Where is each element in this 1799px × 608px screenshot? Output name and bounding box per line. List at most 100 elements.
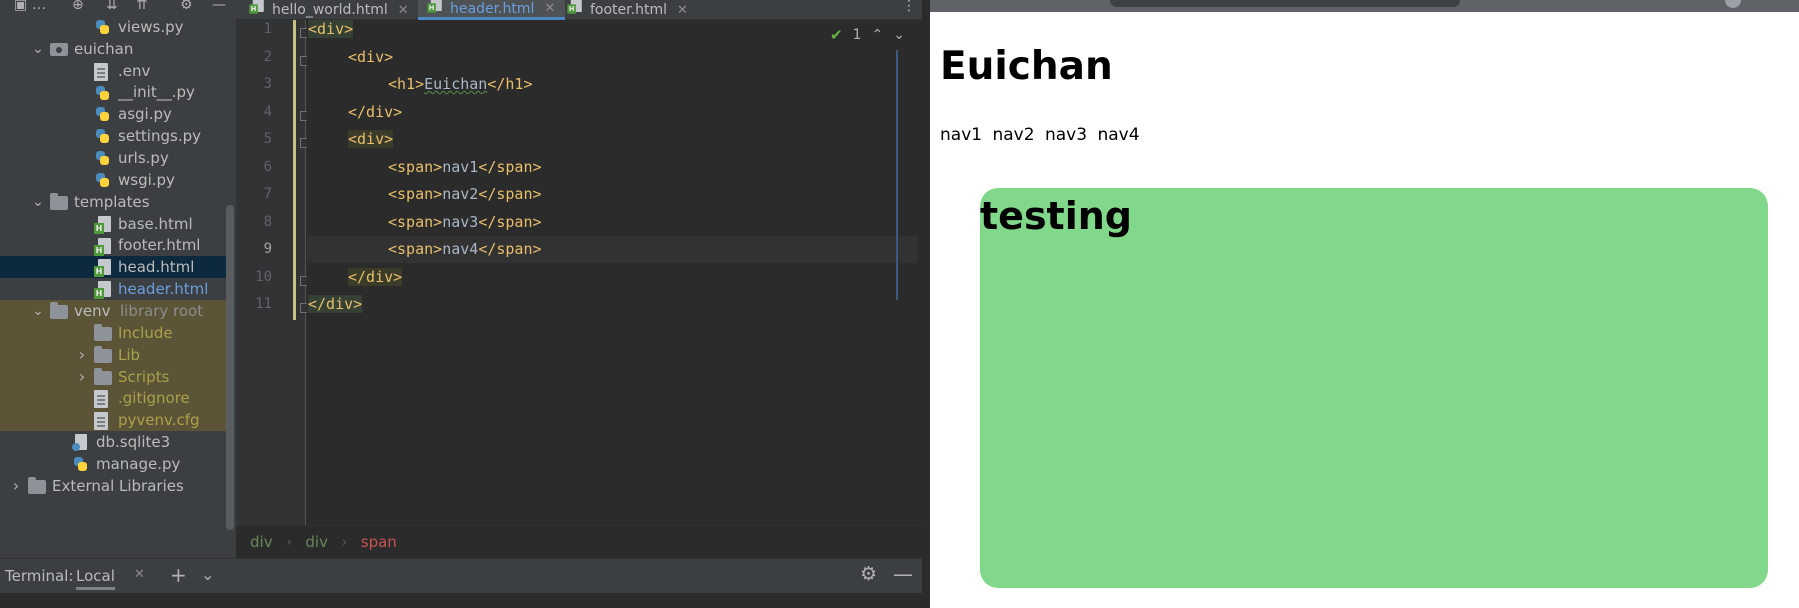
add-icon[interactable]: + (170, 563, 187, 587)
chevron-down-icon[interactable]: ⌄ (893, 27, 905, 43)
folder-icon (28, 476, 46, 494)
editor-tabs: hello_world.html ✕ header.html ✕ footer.… (236, 0, 922, 20)
code-editor[interactable]: <div> <div> <h1>Euichan</h1> </div> <div> <sp… (307, 20, 918, 525)
tab-footer[interactable]: footer.html ✕ (566, 0, 688, 20)
collapse-all-icon[interactable]: ⇈ (136, 0, 148, 12)
code-line[interactable]: <div> (307, 20, 918, 43)
close-icon[interactable]: ✕ (544, 1, 555, 16)
tree-item-label: .env (118, 61, 151, 80)
tab-label: hello_world.html (272, 2, 388, 18)
breadcrumb-item[interactable]: div (305, 533, 328, 551)
package-icon (50, 41, 68, 57)
chevron-down-icon[interactable]: ⌄ (201, 565, 214, 584)
terminal-tab-local[interactable]: Local (76, 567, 115, 590)
line-number: 10 (255, 268, 272, 285)
tree-item-label: Include (118, 323, 173, 342)
tree-item[interactable]: manage.py (0, 453, 226, 475)
tree-item[interactable]: pyvenv.cfg (0, 409, 226, 432)
code-line[interactable]: <div> (307, 44, 918, 71)
tree-item[interactable]: › Scripts (0, 365, 226, 388)
tree-item[interactable]: base.html (0, 213, 226, 235)
tree-item-label: head.html (118, 258, 195, 277)
chevron-right-icon[interactable]: › (76, 345, 88, 364)
tree-item[interactable]: settings.py (0, 125, 226, 147)
code-line[interactable]: <span>nav4</span> (307, 236, 918, 263)
tree-item[interactable]: db.sqlite3 (0, 431, 226, 453)
nav-item: nav3 (1044, 125, 1088, 145)
tab-header[interactable]: header.html ✕ (418, 0, 566, 20)
tree-item[interactable]: urls.py (0, 147, 226, 169)
tree-item[interactable]: ⌄ venv library root (0, 300, 226, 322)
code-line[interactable]: <span>nav1</span> (307, 154, 918, 181)
terminal-body[interactable] (0, 593, 922, 608)
breadcrumb-item[interactable]: span (361, 533, 397, 551)
page-nav: nav1 nav2 nav3 nav4 (940, 125, 1145, 145)
tree-item[interactable]: › External Libraries (0, 475, 226, 497)
folder-icon (50, 192, 68, 210)
line-number: 5 (263, 131, 272, 147)
minimize-icon[interactable]: — (212, 0, 226, 12)
python-file-icon (94, 172, 110, 188)
code-line[interactable]: </div> (307, 99, 918, 126)
code-line[interactable]: <h1>Euichan</h1> (307, 71, 918, 98)
tree-item-label: pyvenv.cfg (118, 411, 200, 430)
tree-item-label: header.html (118, 280, 209, 299)
code-line[interactable]: <span>nav2</span> (307, 181, 918, 208)
locate-icon[interactable]: ⊕ (72, 0, 84, 12)
tree-item[interactable]: views.py (0, 16, 226, 38)
tree-item[interactable]: footer.html (0, 235, 226, 257)
content-box-title: testing (980, 194, 1132, 238)
project-view-icon[interactable]: ▣ (14, 0, 27, 12)
code-tag: </div> (348, 102, 403, 121)
tree-item[interactable]: asgi.py (0, 103, 226, 125)
preview-divider (922, 0, 930, 608)
gear-icon[interactable]: ⚙ (180, 0, 193, 12)
gear-icon[interactable]: ⚙ (860, 563, 877, 585)
tree-item[interactable]: ⌄ templates (0, 191, 226, 213)
tree-item[interactable]: Include (0, 321, 226, 344)
tree-item[interactable]: ⌄ euichan (0, 38, 226, 60)
python-file-icon (94, 128, 110, 144)
tree-item[interactable]: .gitignore (0, 387, 226, 410)
html-file-icon (427, 0, 442, 13)
tree-item[interactable]: › Lib (0, 343, 226, 366)
html-file-icon (94, 281, 112, 300)
tree-item[interactable]: wsgi.py (0, 169, 226, 191)
nav-item: nav4 (1097, 125, 1140, 145)
file-icon (94, 390, 108, 409)
code-line[interactable]: </div> (307, 291, 918, 318)
line-number: 9 (263, 241, 272, 257)
close-icon[interactable]: ✕ (398, 3, 409, 18)
chevron-up-icon[interactable]: ⌃ (872, 27, 884, 43)
sidebar-scrollbar[interactable] (226, 205, 234, 530)
code-line[interactable]: </div> (307, 264, 918, 291)
chevron-down-icon[interactable]: ⌄ (32, 303, 44, 319)
more-vertical-icon[interactable]: ⋮ (902, 0, 916, 14)
chevron-down-icon[interactable]: ⌄ (32, 194, 44, 210)
code-line[interactable]: <div> (307, 126, 918, 153)
tree-item-label: base.html (118, 214, 193, 233)
more-icon[interactable]: … (32, 0, 46, 12)
vcs-change-marker[interactable] (293, 20, 296, 320)
code-tag: <span> (388, 185, 443, 203)
tree-item[interactable]: head.html (0, 256, 226, 279)
tab-hello-world[interactable]: hello_world.html ✕ (248, 0, 409, 20)
profile-icon[interactable] (1725, 0, 1741, 8)
inspection-widget[interactable]: ✔ 1 ⌃ ⌄ (830, 26, 905, 44)
html-file-icon (94, 259, 112, 278)
close-icon[interactable]: ✕ (677, 3, 688, 18)
minimize-icon[interactable]: — (893, 562, 913, 586)
address-bar[interactable] (1110, 0, 1460, 7)
chevron-right-icon[interactable]: › (76, 367, 88, 386)
code-line[interactable]: <span>nav3</span> (307, 209, 918, 236)
breadcrumb: div › div › span (236, 525, 922, 558)
tree-item[interactable]: __init__.py (0, 82, 226, 104)
expand-all-icon[interactable]: ⇊ (106, 0, 118, 12)
chevron-right-icon[interactable]: › (10, 476, 22, 495)
chevron-down-icon[interactable]: ⌄ (32, 41, 44, 57)
code-tag: <span> (388, 157, 443, 176)
breadcrumb-item[interactable]: div (250, 533, 273, 551)
tree-item[interactable]: header.html (0, 278, 226, 300)
tree-item[interactable]: .env (0, 60, 226, 82)
close-icon[interactable]: ✕ (134, 567, 145, 582)
